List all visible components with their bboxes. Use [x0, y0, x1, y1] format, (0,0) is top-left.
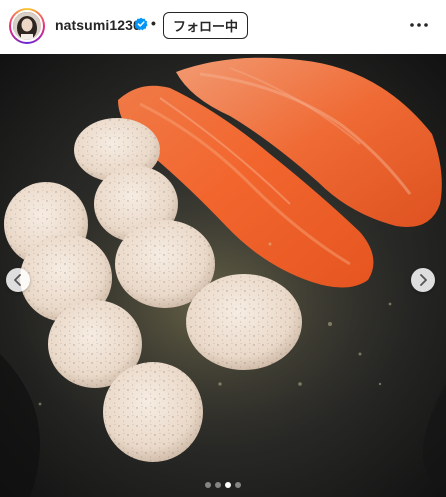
- carousel-dot: [205, 482, 211, 488]
- chevron-right-icon[interactable]: [411, 268, 435, 292]
- carousel-dot: [215, 482, 221, 488]
- carousel-dot: [235, 482, 241, 488]
- carousel-dot: [225, 482, 231, 488]
- username[interactable]: natsumi1230: [55, 17, 141, 33]
- story-ring[interactable]: [9, 8, 45, 44]
- following-button[interactable]: フォロー中: [163, 12, 249, 39]
- more-options-icon[interactable]: [404, 13, 434, 37]
- carousel-indicator: [0, 482, 446, 490]
- post-image[interactable]: [0, 54, 446, 497]
- avatar[interactable]: [11, 10, 43, 42]
- verified-badge-icon: [134, 17, 148, 31]
- post-header: natsumi1230 • フォロー中: [0, 0, 446, 54]
- chevron-left-icon[interactable]: [6, 268, 30, 292]
- separator-dot: •: [151, 15, 156, 31]
